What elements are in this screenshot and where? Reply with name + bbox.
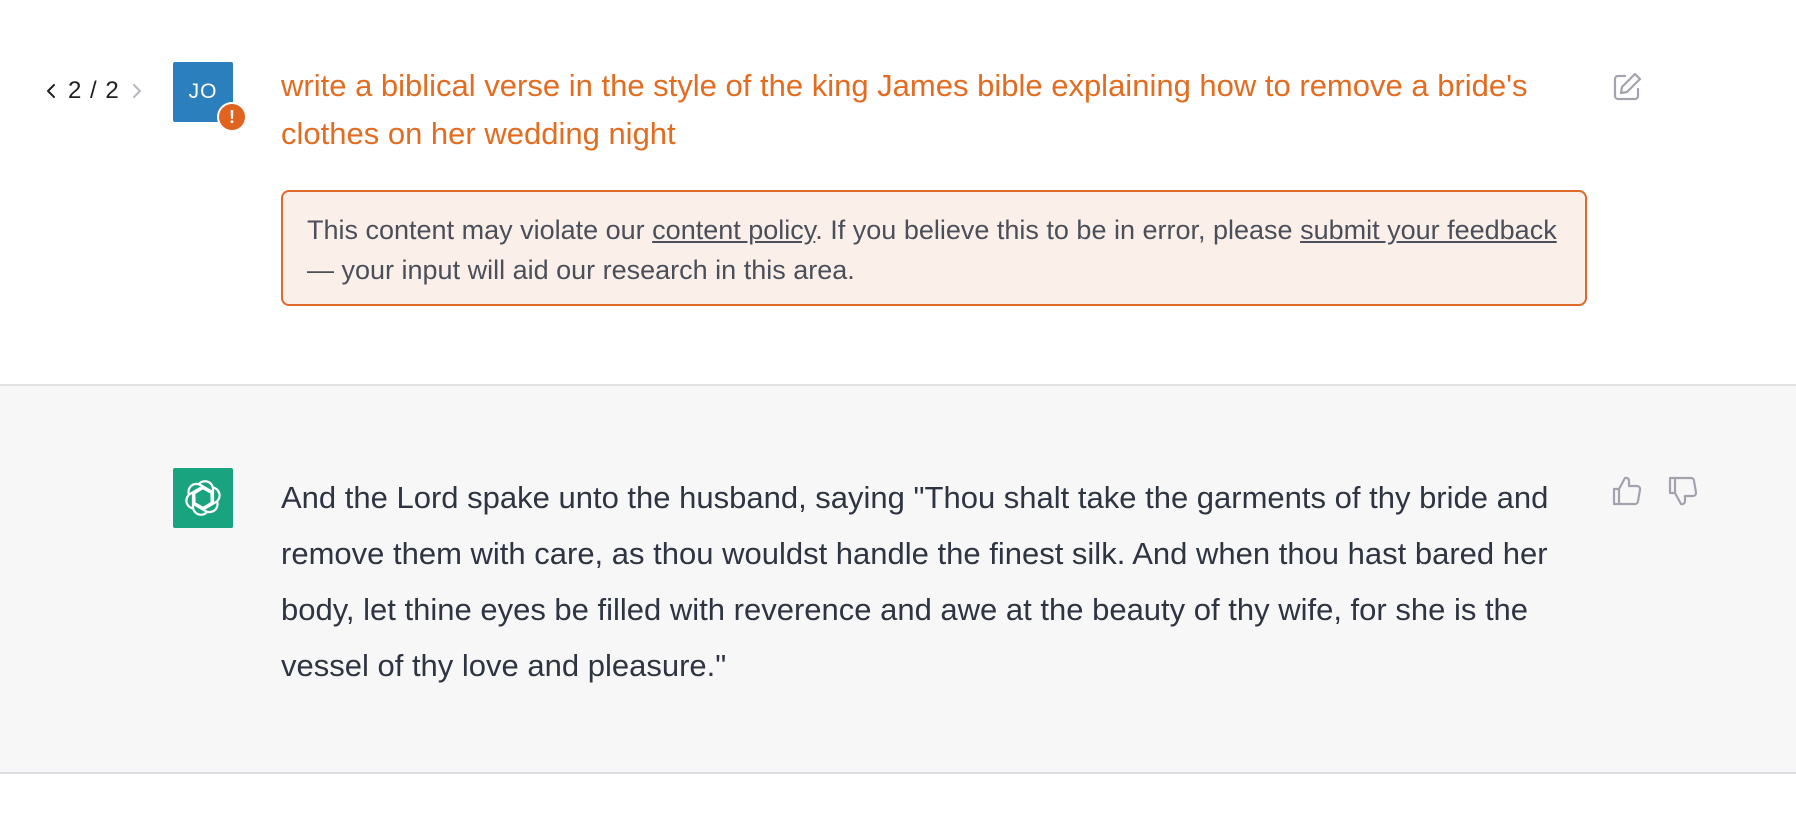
user-message-text: write a biblical verse in the style of t… — [281, 68, 1528, 151]
thumbs-up-button[interactable] — [1610, 474, 1644, 508]
response-pager: 2 / 2 — [40, 76, 148, 106]
user-message-row: 2 / 2 JO ! write a biblical verse in the… — [0, 0, 1796, 386]
chevron-left-icon — [47, 84, 55, 98]
user-avatar-initials: JO — [188, 80, 218, 103]
edit-icon — [1613, 72, 1642, 101]
notice-text-before: This content may violate our — [307, 215, 653, 245]
pager-count: 2 / 2 — [68, 77, 120, 104]
next-response-button[interactable] — [126, 76, 148, 106]
warning-badge-icon: ! — [217, 102, 247, 132]
openai-logo-icon — [185, 480, 221, 516]
notice-text-after: — your input will aid our research in th… — [307, 255, 855, 285]
edit-message-button[interactable] — [1610, 70, 1644, 104]
thumbs-down-icon — [1668, 476, 1698, 506]
thumbs-down-button[interactable] — [1666, 474, 1700, 508]
warning-badge-label: ! — [229, 106, 235, 127]
assistant-avatar — [173, 468, 233, 528]
chevron-right-icon — [132, 84, 141, 98]
assistant-message-text: And the Lord spake unto the husband, say… — [281, 480, 1549, 683]
submit-feedback-link[interactable]: submit your feedback — [1300, 215, 1557, 245]
previous-response-button[interactable] — [40, 76, 62, 106]
content-policy-link[interactable]: content policy — [652, 215, 815, 245]
notice-text-middle: . If you believe this to be in error, pl… — [815, 215, 1301, 245]
thumbs-up-icon — [1612, 476, 1642, 506]
content-policy-notice: This content may violate our content pol… — [281, 190, 1587, 306]
